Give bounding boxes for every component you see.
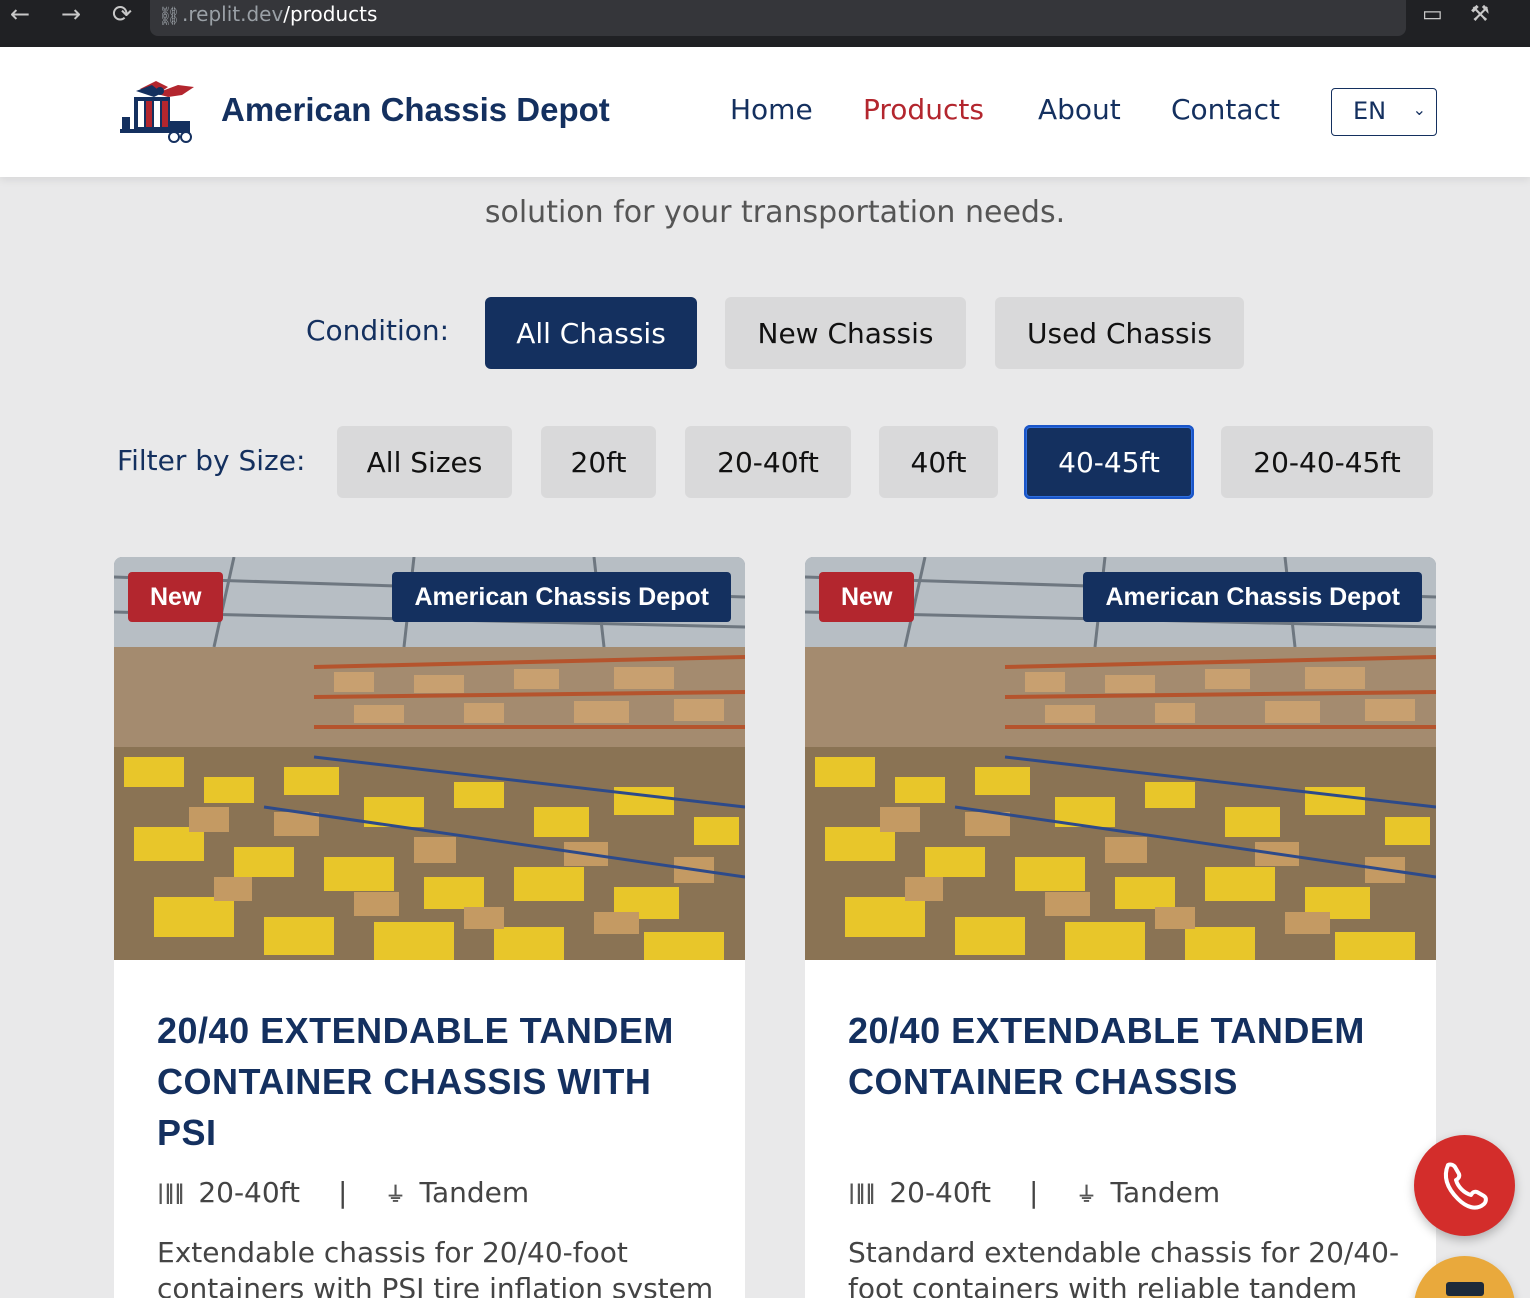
- brand-badge: American Chassis Depot: [392, 572, 731, 622]
- spec-separator: |: [1029, 1175, 1039, 1209]
- ruler-icon: |‖‖: [157, 1180, 185, 1204]
- eagle-chassis-logo: [120, 81, 194, 143]
- new-badge: New: [819, 572, 915, 622]
- devices-icon[interactable]: ▭: [1422, 2, 1443, 27]
- filter-used-chassis[interactable]: Used Chassis: [995, 297, 1244, 369]
- axle-icon: ⏚: [385, 1181, 406, 1206]
- new-badge: New: [128, 572, 224, 622]
- spec-axle: Tandem: [419, 1175, 530, 1209]
- browser-toolbar: ← → ⟳ ⛓ .replit.dev/products ▭ ⚒: [0, 0, 1530, 47]
- size-20ft[interactable]: 20ft: [541, 426, 656, 498]
- spec-size: 20-40ft: [889, 1175, 992, 1209]
- size-20-40ft[interactable]: 20-40ft: [685, 426, 851, 498]
- intro-text: solution for your transportation needs.: [484, 195, 1066, 230]
- nav-contact[interactable]: Contact: [1171, 93, 1280, 126]
- product-title[interactable]: 20/40 EXTENDABLE TANDEM CONTAINER CHASSI…: [157, 1005, 677, 1158]
- nav-about[interactable]: About: [1038, 93, 1121, 126]
- product-description: Extendable chassis for 20/40-foot contai…: [157, 1236, 714, 1298]
- nav-products[interactable]: Products: [863, 93, 984, 126]
- address-bar[interactable]: ⛓ .replit.dev/products: [150, 0, 1406, 36]
- spec-size: 20-40ft: [198, 1175, 301, 1209]
- condition-label: Condition:: [306, 314, 450, 347]
- spec-axle: Tandem: [1110, 1175, 1221, 1209]
- language-select[interactable]: EN ⌄: [1331, 88, 1437, 136]
- size-20-40-45ft[interactable]: 20-40-45ft: [1221, 426, 1433, 498]
- mail-icon: [1446, 1282, 1484, 1296]
- spec-row: |‖‖ 20-40ft | ⏚ Tandem: [848, 1170, 1220, 1214]
- phone-icon: [1443, 1162, 1488, 1210]
- size-filter-label: Filter by Size:: [117, 444, 306, 477]
- spec-row: |‖‖ 20-40ft | ⏚ Tandem: [157, 1170, 529, 1214]
- size-all-sizes[interactable]: All Sizes: [337, 426, 512, 498]
- site-header: American Chassis Depot Home Products Abo…: [0, 47, 1530, 177]
- axle-icon: ⏚: [1076, 1181, 1097, 1206]
- chevron-down-icon: ⌄: [1412, 100, 1426, 119]
- reload-icon[interactable]: ⟳: [107, 0, 137, 30]
- mail-button[interactable]: [1414, 1256, 1515, 1298]
- forward-icon[interactable]: →: [56, 0, 86, 30]
- wrench-icon[interactable]: ⚒: [1470, 2, 1490, 27]
- product-description: Standard extendable chassis for 20/40-fo…: [848, 1236, 1400, 1298]
- nav-home[interactable]: Home: [730, 93, 813, 126]
- link-icon: ⛓: [158, 6, 181, 27]
- url-text: .replit.dev/products: [182, 2, 378, 26]
- brand-badge: American Chassis Depot: [1083, 572, 1422, 622]
- call-button[interactable]: [1414, 1135, 1515, 1236]
- filter-all-chassis[interactable]: All Chassis: [485, 297, 697, 369]
- product-card[interactable]: New American Chassis Depot 20/40 EXTENDA…: [114, 557, 745, 1298]
- product-card[interactable]: New American Chassis Depot 20/40 EXTENDA…: [805, 557, 1436, 1298]
- size-40-45ft[interactable]: 40-45ft: [1024, 425, 1194, 499]
- filter-new-chassis[interactable]: New Chassis: [725, 297, 966, 369]
- logo[interactable]: [116, 77, 196, 147]
- size-40ft[interactable]: 40ft: [879, 426, 998, 498]
- brand-name[interactable]: American Chassis Depot: [221, 91, 610, 129]
- product-title[interactable]: 20/40 EXTENDABLE TANDEM CONTAINER CHASSI…: [848, 1005, 1368, 1107]
- spec-separator: |: [338, 1175, 348, 1209]
- back-icon[interactable]: ←: [5, 0, 35, 30]
- ruler-icon: |‖‖: [848, 1180, 876, 1204]
- language-value: EN: [1353, 97, 1387, 125]
